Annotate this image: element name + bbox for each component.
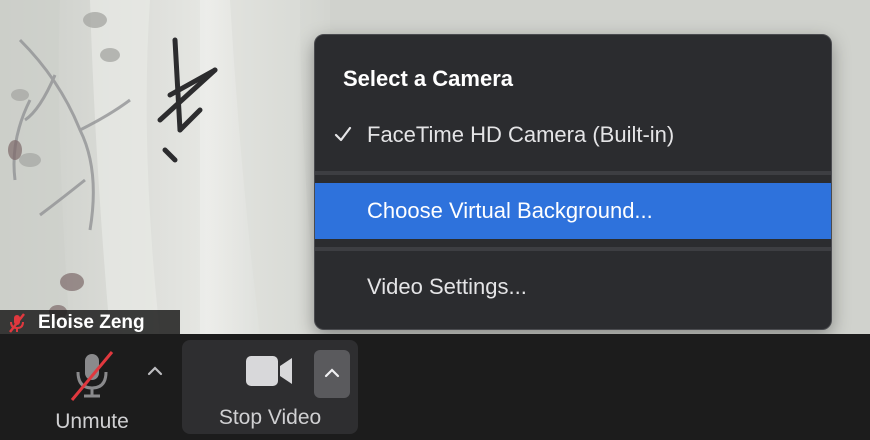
menu-separator [315, 247, 831, 251]
menu-item-label: Video Settings... [367, 274, 527, 299]
curtain-fold [0, 0, 70, 334]
participant-name-tag: Eloise Zeng [0, 310, 180, 336]
chevron-up-icon [147, 363, 163, 381]
video-options-button[interactable] [314, 350, 350, 398]
menu-item-video-settings[interactable]: Video Settings... [315, 259, 831, 315]
video-control-group: Stop Video [182, 340, 358, 434]
menu-item-facetime-camera[interactable]: FaceTime HD Camera (Built-in) [315, 107, 831, 163]
participant-name: Eloise Zeng [38, 312, 145, 333]
unmute-label: Unmute [55, 410, 129, 433]
menu-separator [315, 171, 831, 175]
stop-video-label: Stop Video [218, 406, 322, 429]
video-camera-icon [244, 352, 296, 390]
camera-menu: Select a Camera FaceTime HD Camera (Buil… [314, 34, 832, 330]
meeting-toolbar: Unmute Stop Video [0, 334, 870, 440]
curtain-fold [90, 0, 160, 334]
menu-item-choose-virtual-background[interactable]: Choose Virtual Background... [315, 183, 831, 239]
audio-options-button[interactable] [140, 352, 170, 392]
menu-item-label: FaceTime HD Camera (Built-in) [367, 122, 675, 147]
muted-mic-icon [8, 313, 28, 333]
curtain-fold [230, 0, 320, 334]
checkmark-icon [333, 124, 353, 144]
menu-header: Select a Camera [343, 66, 513, 91]
unmute-button[interactable]: Unmute [42, 344, 142, 436]
muted-microphone-icon [68, 348, 116, 402]
chevron-up-icon [324, 365, 340, 383]
ink-character [157, 37, 218, 163]
menu-item-label: Choose Virtual Background... [367, 198, 653, 223]
